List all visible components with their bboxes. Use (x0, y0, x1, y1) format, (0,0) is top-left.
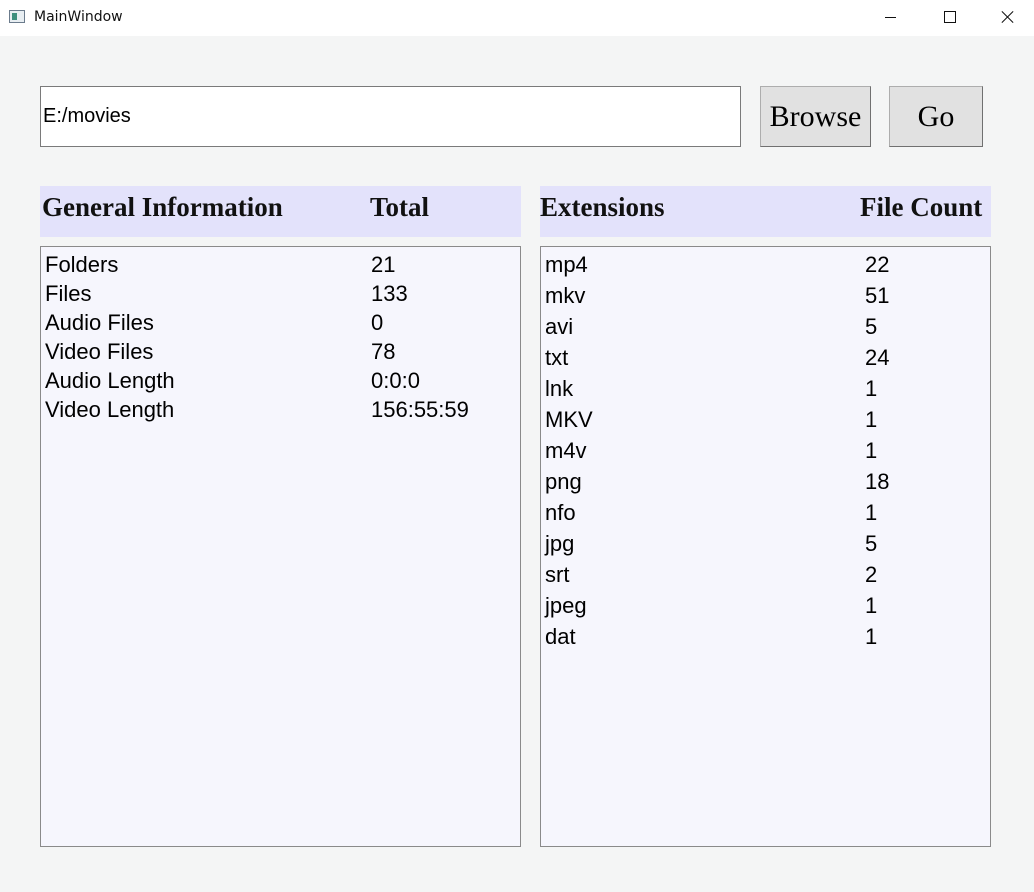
extensions-header-label: Extensions (540, 192, 665, 222)
extension-name: nfo (545, 500, 576, 525)
general-row-value: 0 (371, 310, 384, 335)
extension-count: 1 (865, 407, 878, 432)
minimize-icon (885, 17, 896, 18)
title-bar: MainWindow (0, 0, 1034, 36)
extension-count: 5 (865, 531, 878, 556)
extension-count: 1 (865, 500, 878, 525)
extension-count: 1 (865, 438, 878, 463)
extension-name: dat (545, 624, 576, 649)
general-info-header: General Information Total (40, 186, 521, 237)
extension-name: MKV (545, 407, 593, 432)
general-row-label: Files (45, 281, 92, 306)
general-row-label: Video Files (45, 339, 154, 364)
close-icon (1001, 10, 1015, 24)
path-input[interactable] (40, 86, 741, 147)
extension-name: m4v (545, 438, 587, 463)
general-info-header-label: General Information (42, 192, 283, 222)
general-row-label: Video Length (45, 397, 175, 422)
extension-count: 18 (865, 469, 890, 494)
extension-name: mp4 (545, 252, 588, 277)
app-icon (9, 10, 25, 23)
general-row-value: 156:55:59 (371, 397, 469, 422)
maximize-icon (944, 11, 956, 23)
extension-name: mkv (545, 283, 586, 308)
general-row-value: 0:0:0 (371, 368, 420, 393)
general-row-value: 78 (371, 339, 396, 364)
general-row-label: Audio Length (45, 368, 175, 393)
general-row-value: 21 (371, 252, 396, 277)
extension-count: 1 (865, 593, 878, 618)
extension-name: jpeg (545, 593, 587, 618)
main-window: MainWindow Browse Go General Information… (0, 0, 1034, 892)
maximize-button[interactable] (920, 0, 978, 36)
extension-name: lnk (545, 376, 574, 401)
extensions-header: Extensions File Count (540, 186, 991, 237)
extension-name: avi (545, 314, 574, 339)
window-title: MainWindow (34, 9, 123, 25)
extension-count: 2 (865, 562, 878, 587)
extensions-list[interactable]: mp4 22 mkv 51 avi 5 txt 24 lnk 1 MKV 1 m… (540, 246, 991, 847)
extension-count: 1 (865, 624, 878, 649)
extension-count: 1 (865, 376, 878, 401)
extension-name: jpg (545, 531, 575, 556)
extension-count: 22 (865, 252, 890, 277)
browse-button[interactable]: Browse (760, 86, 871, 147)
extension-count: 51 (865, 283, 890, 308)
close-button[interactable] (978, 0, 1034, 36)
extension-name: txt (545, 345, 569, 370)
general-row-value: 133 (371, 281, 408, 306)
general-info-list[interactable]: Folders 21 Files 133 Audio Files 0 Video… (40, 246, 521, 847)
extension-count: 24 (865, 345, 890, 370)
general-row-label: Folders (45, 252, 119, 277)
file-count-header-label: File Count (860, 192, 983, 222)
extension-name: png (545, 469, 582, 494)
total-header-label: Total (370, 192, 430, 222)
go-button[interactable]: Go (889, 86, 983, 147)
minimize-button[interactable] (862, 0, 920, 36)
extension-count: 5 (865, 314, 878, 339)
general-row-label: Audio Files (45, 310, 154, 335)
extension-name: srt (545, 562, 570, 587)
